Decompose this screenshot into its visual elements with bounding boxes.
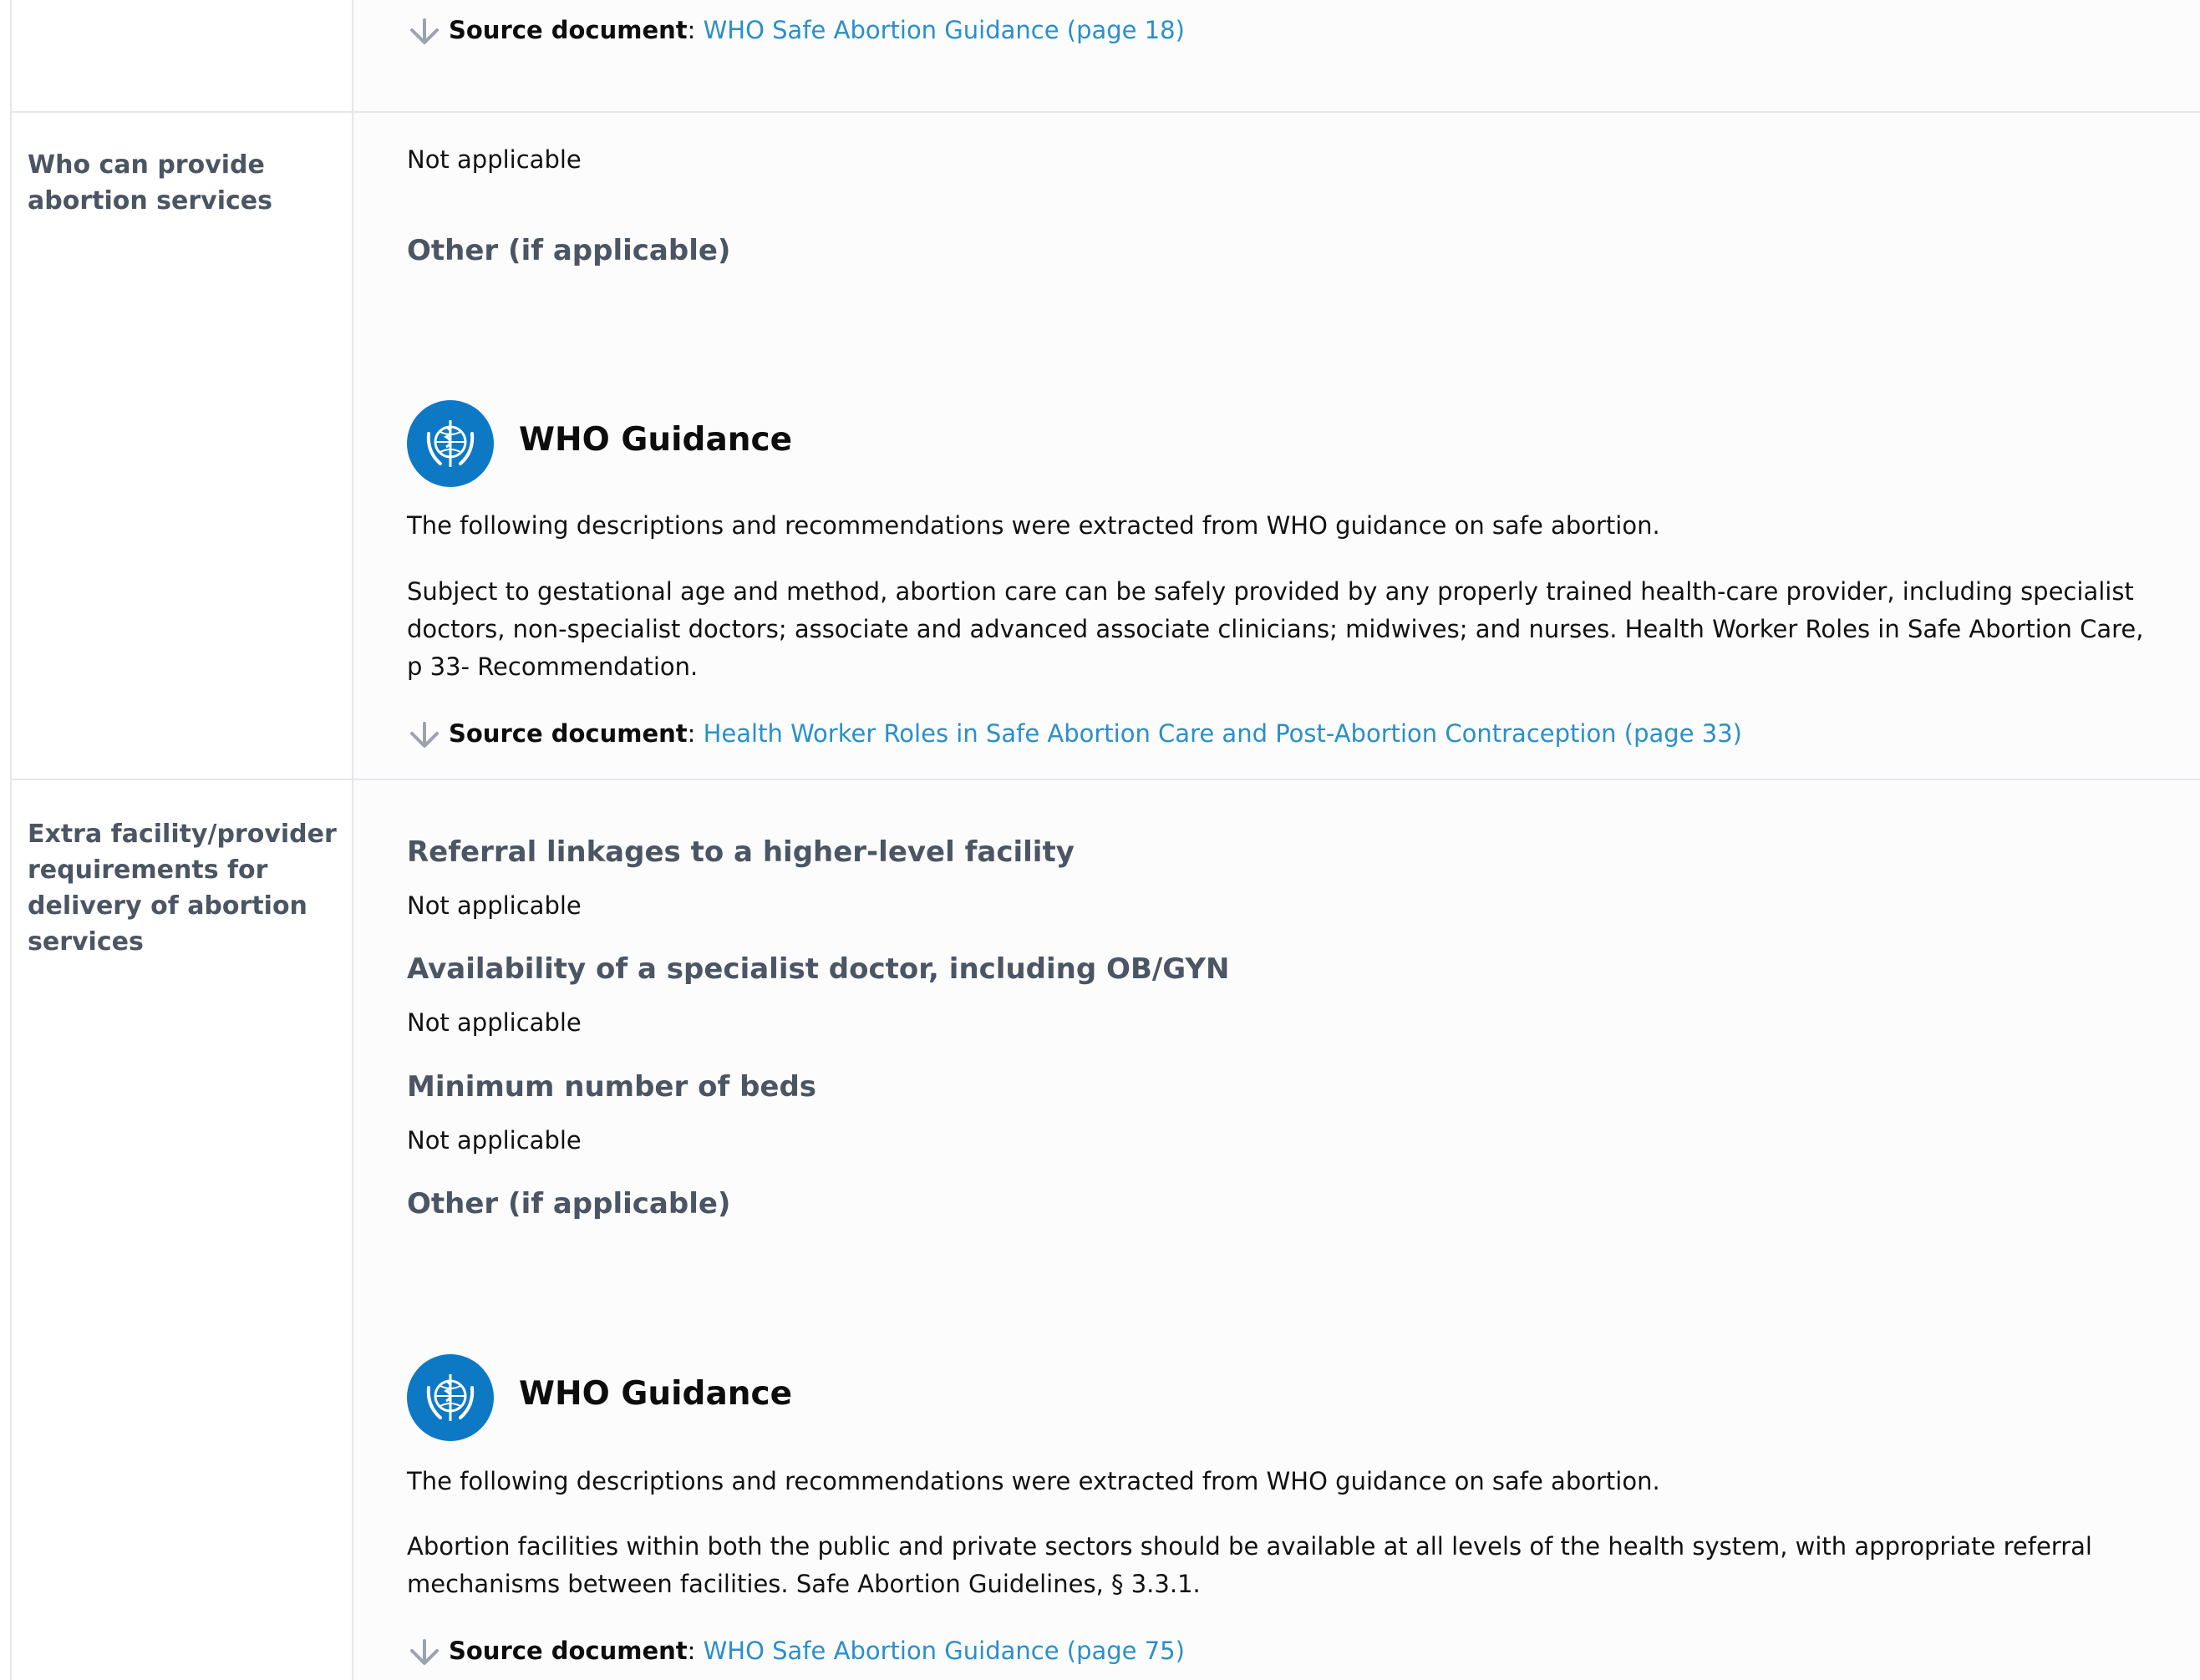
who-logo — [407, 1354, 494, 1441]
guidance-intro: The following descriptions and recommend… — [407, 511, 1660, 540]
row-label-who-can-provide: Who can provide abortion services — [28, 150, 272, 216]
requirement-value: Not applicable — [407, 1008, 582, 1037]
requirement-value: Not applicable — [407, 891, 582, 920]
table-left-border — [10, 0, 12, 1680]
row-divider — [10, 111, 2200, 113]
arrow-down-icon — [410, 722, 439, 748]
source-document-line: Source document: Health Worker Roles in … — [407, 717, 1742, 750]
source-label: Source document — [449, 16, 688, 44]
other-heading: Other (if applicable) — [407, 234, 731, 267]
requirement-value: Not applicable — [407, 1126, 582, 1155]
source-link[interactable]: WHO Safe Abortion Guidance (page 18) — [704, 16, 1185, 44]
arrow-down-icon — [410, 18, 439, 44]
row1-value: Not applicable — [407, 145, 582, 174]
other-heading: Other (if applicable) — [407, 1187, 731, 1221]
table-column-divider — [352, 0, 353, 1680]
who-emblem-icon — [426, 1374, 475, 1421]
source-link[interactable]: WHO Safe Abortion Guidance (page 75) — [704, 1637, 1185, 1665]
requirement-heading: Referral linkages to a higher-level faci… — [407, 835, 1075, 869]
guidance-text: Subject to gestational age and method, a… — [407, 577, 2144, 681]
source-document-line: Source document: WHO Safe Abortion Guida… — [407, 13, 1185, 47]
who-guidance-title: WHO Guidance — [519, 421, 793, 459]
source-label: Source document — [449, 719, 688, 748]
guidance-intro: The following descriptions and recommend… — [407, 1467, 1660, 1495]
guidance-text: Abortion facilities within both the publ… — [407, 1532, 2092, 1598]
who-logo — [407, 400, 494, 487]
who-guidance-title: WHO Guidance — [519, 1375, 793, 1413]
source-link[interactable]: Health Worker Roles in Safe Abortion Car… — [704, 719, 1742, 748]
who-emblem-icon — [426, 420, 475, 467]
source-label: Source document — [449, 1637, 688, 1665]
arrow-down-icon — [410, 1639, 439, 1665]
source-document-line: Source document: WHO Safe Abortion Guida… — [407, 1634, 1185, 1667]
row-label-extra-requirements: Extra facility/provider requirements for… — [28, 820, 337, 957]
requirement-heading: Availability of a specialist doctor, inc… — [407, 952, 1230, 986]
row-divider — [10, 779, 2200, 780]
requirement-heading: Minimum number of beds — [407, 1070, 817, 1104]
